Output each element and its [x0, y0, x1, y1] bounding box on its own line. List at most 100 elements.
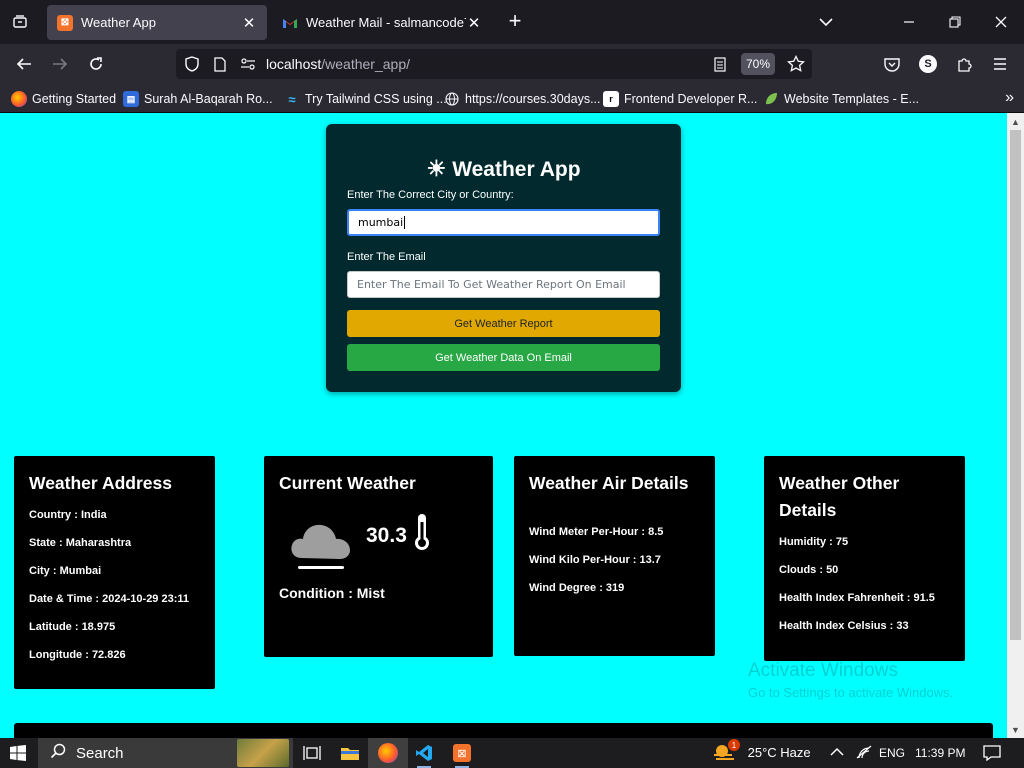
wind-kph-row: Wind Kilo Per-Hour : 13.7 — [529, 554, 661, 566]
country-row: Country : India — [29, 509, 107, 521]
bookmark-surah[interactable]: ▤ Surah Al-Baqarah Ro... — [123, 90, 273, 108]
pocket-icon[interactable] — [880, 52, 904, 76]
address-bar[interactable]: localhost/weather_app/ 70% — [176, 49, 812, 79]
windows-start-icon[interactable] — [10, 745, 26, 761]
card-title: Weather Address — [29, 473, 172, 493]
form-title-text: Weather App — [452, 158, 581, 181]
tab-weather-app[interactable]: ⊠ Weather App ✕ — [47, 5, 267, 40]
star-bookmark-icon[interactable] — [786, 54, 806, 74]
email-label: Enter The Email — [347, 251, 426, 263]
chevron-up-icon[interactable] — [830, 745, 844, 760]
more-bookmarks-icon[interactable]: » — [1005, 89, 1014, 107]
card-title: Weather Air Details — [529, 473, 689, 493]
footer-bar — [14, 723, 993, 738]
cloud-icon — [291, 524, 350, 569]
watermark-subtitle: Go to Settings to activate Windows. — [748, 685, 954, 700]
tab-weather-mail[interactable]: Weather Mail - salmancode79@ ✕ — [272, 5, 492, 40]
xampp-taskbar-icon[interactable]: ⊠ — [450, 741, 474, 768]
url-host: localhost — [266, 56, 322, 72]
leaf-icon — [763, 91, 779, 107]
weather-form-card: ☀ Weather App Enter The Correct City or C… — [326, 124, 681, 392]
file-explorer-icon[interactable] — [338, 741, 362, 765]
longitude-row: Longitude : 72.826 — [29, 649, 126, 661]
web-page: ☀ Weather App Enter The Correct City or C… — [0, 113, 1007, 738]
clock[interactable]: 11:39 PM — [915, 746, 965, 760]
wind-degree-row: Wind Degree : 319 — [529, 582, 625, 594]
minimize-icon[interactable] — [897, 10, 921, 34]
state-row: State : Maharashtra — [29, 537, 132, 549]
back-icon[interactable] — [12, 52, 36, 76]
zoom-level-badge[interactable]: 70% — [741, 53, 775, 75]
form-title: ☀ Weather App — [326, 156, 681, 182]
wind-mph-row: Wind Meter Per-Hour : 8.5 — [529, 526, 664, 538]
chevron-down-icon[interactable] — [814, 10, 838, 34]
forward-icon[interactable] — [48, 52, 72, 76]
bookmark-templates[interactable]: Website Templates - E... — [763, 90, 919, 108]
gmail-icon — [282, 15, 298, 31]
xampp-icon: ⊠ — [453, 744, 471, 762]
taskbar-search-box[interactable]: Search — [38, 738, 293, 768]
email-input[interactable]: Enter The Email To Get Weather Report On… — [347, 271, 660, 298]
xampp-icon: ⊠ — [57, 14, 73, 31]
search-label: Search — [76, 744, 124, 762]
weather-widget[interactable]: 1 25°C Haze — [712, 739, 811, 763]
weather-other-card: Weather Other Details Humidity : 75 Clou… — [764, 456, 965, 661]
sun-icon: ☀ — [426, 156, 447, 181]
thermometer-icon — [415, 514, 429, 550]
scroll-down-icon[interactable]: ▼ — [1007, 721, 1024, 738]
vertical-scrollbar[interactable]: ▲ ▼ — [1007, 113, 1024, 738]
temperature-value: 30.3 — [366, 524, 407, 547]
roadmap-icon: r — [603, 91, 619, 107]
weather-address-card: Weather Address Country : India State : … — [14, 456, 215, 689]
search-icon — [50, 743, 66, 763]
extensions-icon[interactable] — [952, 52, 976, 76]
scroll-up-icon[interactable]: ▲ — [1007, 113, 1024, 130]
url-text[interactable]: localhost/weather_app/ — [266, 56, 410, 72]
city-input[interactable]: mumbai — [347, 209, 660, 236]
tailwind-icon: ≈ — [288, 91, 296, 107]
firefox-taskbar-icon[interactable] — [368, 738, 408, 768]
bookmark-frontend[interactable]: r Frontend Developer R... — [603, 90, 757, 108]
get-weather-report-button[interactable]: Get Weather Report — [347, 310, 660, 337]
close-tab-icon[interactable]: ✕ — [241, 15, 257, 32]
account-avatar[interactable]: S — [916, 52, 940, 76]
shield-icon[interactable] — [182, 54, 202, 74]
bookmark-label: Frontend Developer R... — [624, 92, 758, 106]
bookmark-getting-started[interactable]: Getting Started — [11, 90, 116, 108]
vscode-icon[interactable] — [412, 741, 436, 768]
card-title: Current Weather — [279, 473, 416, 493]
close-window-icon[interactable] — [989, 10, 1013, 34]
list-all-tabs-icon[interactable] — [8, 10, 32, 34]
restore-icon[interactable] — [943, 10, 967, 34]
reload-icon[interactable] — [84, 52, 108, 76]
reader-view-icon[interactable] — [710, 54, 730, 74]
bookmark-tailwind[interactable]: ≈ Try Tailwind CSS using ... — [284, 90, 446, 108]
bookmarks-bar: Getting Started ▤ Surah Al-Baqarah Ro...… — [0, 84, 1024, 113]
text-caret — [404, 216, 406, 229]
bookmark-courses[interactable]: https://courses.30days... — [444, 90, 601, 108]
permissions-icon[interactable] — [238, 54, 258, 74]
city-row: City : Mumbai — [29, 565, 102, 577]
tab-bar: ⊠ Weather App ✕ Weather Mail - salmancod… — [0, 0, 1024, 44]
search-highlight-image — [237, 739, 289, 767]
new-tab-icon[interactable]: + — [503, 10, 527, 34]
datetime-row: Date & Time : 2024-10-29 23:11 — [29, 593, 190, 605]
notifications-icon[interactable] — [983, 745, 1001, 764]
menu-hamburger-icon[interactable] — [988, 52, 1012, 76]
weather-text: 25°C Haze — [747, 744, 811, 760]
get-weather-email-button[interactable]: Get Weather Data On Email — [347, 344, 660, 371]
activate-windows-watermark: Activate Windows Go to Settings to activ… — [748, 660, 953, 700]
clouds-row: Clouds : 50 — [779, 564, 839, 576]
firefox-icon — [378, 743, 398, 763]
bookmark-label: https://courses.30days... — [465, 92, 601, 106]
close-tab-icon[interactable]: ✕ — [466, 15, 482, 32]
scroll-thumb[interactable] — [1010, 130, 1021, 640]
tab-title: Weather App — [81, 15, 156, 30]
city-input-value: mumbai — [358, 216, 404, 229]
task-view-icon[interactable] — [300, 741, 324, 765]
email-input-placeholder: Enter The Email To Get Weather Report On… — [357, 278, 626, 291]
network-icon[interactable] — [856, 745, 872, 762]
avatar-initial: S — [919, 55, 937, 73]
language-indicator[interactable]: ENG — [879, 746, 905, 760]
page-icon[interactable] — [210, 54, 230, 74]
